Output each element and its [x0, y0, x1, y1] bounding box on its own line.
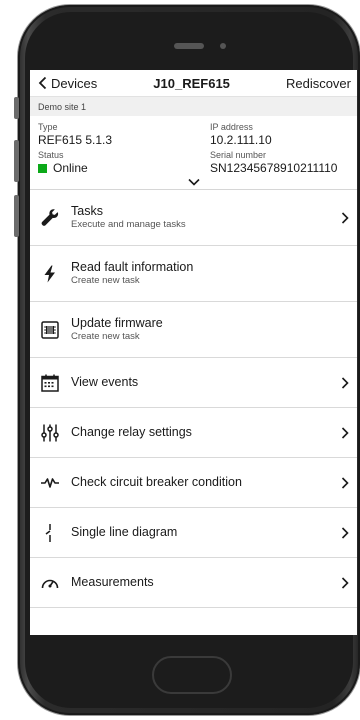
- action-update-firmware[interactable]: Update firmware Create new task: [30, 302, 357, 358]
- device-type: Type REF615 5.1.3: [38, 122, 210, 147]
- site-name: Demo site 1: [38, 101, 87, 112]
- device-type-value: REF615 5.1.3: [38, 133, 113, 147]
- status-label: Status: [38, 150, 64, 160]
- phone-speaker: [174, 43, 204, 49]
- chevron-right-icon: [341, 376, 349, 389]
- calendar-icon: [41, 374, 59, 392]
- single-line-icon: [45, 523, 51, 542]
- waveform-icon: [41, 477, 59, 488]
- gauge-icon: [41, 579, 59, 588]
- volume-up-button: [14, 140, 19, 182]
- chevron-right-icon: [341, 526, 349, 539]
- chevron-left-icon: [38, 76, 47, 90]
- serial-number-label: Serial number: [210, 150, 267, 160]
- action-read-fault[interactable]: Read fault information Create new task: [30, 246, 357, 302]
- app-screen: Devices J10_REF615 Rediscover Demo site …: [30, 70, 357, 635]
- home-button[interactable]: [152, 656, 232, 694]
- wrench-icon: [41, 208, 59, 226]
- rediscover-button[interactable]: Rediscover: [286, 76, 351, 91]
- action-list: Tasks Execute and manage tasks Read faul…: [30, 190, 357, 608]
- serial-number-value: SN12345678910211110: [210, 161, 338, 175]
- phone-camera: [220, 43, 226, 49]
- back-button[interactable]: Devices: [38, 76, 97, 91]
- action-view-events[interactable]: View events: [30, 358, 357, 408]
- action-title: Update firmware: [71, 316, 163, 330]
- ip-address-value: 10.2.111.10: [210, 133, 272, 147]
- site-bar: Demo site 1: [30, 96, 357, 116]
- device-ip: IP address 10.2.111.10: [210, 122, 349, 147]
- sliders-icon: [41, 424, 59, 441]
- device-info-panel: Type REF615 5.1.3 IP address 10.2.111.10…: [30, 116, 357, 190]
- status-value: Online: [53, 161, 88, 175]
- action-title: Single line diagram: [71, 525, 178, 539]
- device-type-label: Type: [38, 122, 58, 132]
- action-measurements[interactable]: Measurements: [30, 558, 357, 608]
- action-subtitle: Execute and manage tasks: [71, 219, 186, 230]
- action-title: Tasks: [71, 204, 103, 218]
- volume-down-button: [14, 195, 19, 237]
- action-title: Check circuit breaker condition: [71, 475, 242, 489]
- action-title: Change relay settings: [71, 425, 192, 439]
- device-status: Status Online: [38, 150, 210, 175]
- action-subtitle: Create new task: [71, 331, 140, 342]
- back-label: Devices: [51, 75, 98, 91]
- chevron-right-icon: [341, 211, 349, 224]
- action-single-line-diagram[interactable]: Single line diagram: [30, 508, 357, 558]
- chevron-right-icon: [341, 476, 349, 489]
- chevron-down-icon[interactable]: [187, 177, 201, 187]
- chevron-right-icon: [341, 426, 349, 439]
- page-title: J10_REF615: [153, 75, 230, 91]
- action-tasks[interactable]: Tasks Execute and manage tasks: [30, 190, 357, 246]
- chevron-right-icon: [341, 576, 349, 589]
- action-title: Measurements: [71, 575, 154, 589]
- action-title: View events: [71, 375, 139, 389]
- action-check-circuit-breaker[interactable]: Check circuit breaker condition: [30, 458, 357, 508]
- mute-switch: [14, 97, 19, 119]
- ip-address-label: IP address: [210, 122, 253, 132]
- action-subtitle: Create new task: [71, 275, 140, 286]
- chip-icon: [41, 320, 59, 339]
- status-indicator-icon: [38, 163, 47, 173]
- lightning-icon: [44, 265, 55, 282]
- navigation-bar: Devices J10_REF615 Rediscover: [30, 70, 357, 96]
- device-serial: Serial number SN12345678910211110: [210, 150, 349, 175]
- action-title: Read fault information: [71, 260, 194, 274]
- action-change-relay-settings[interactable]: Change relay settings: [30, 408, 357, 458]
